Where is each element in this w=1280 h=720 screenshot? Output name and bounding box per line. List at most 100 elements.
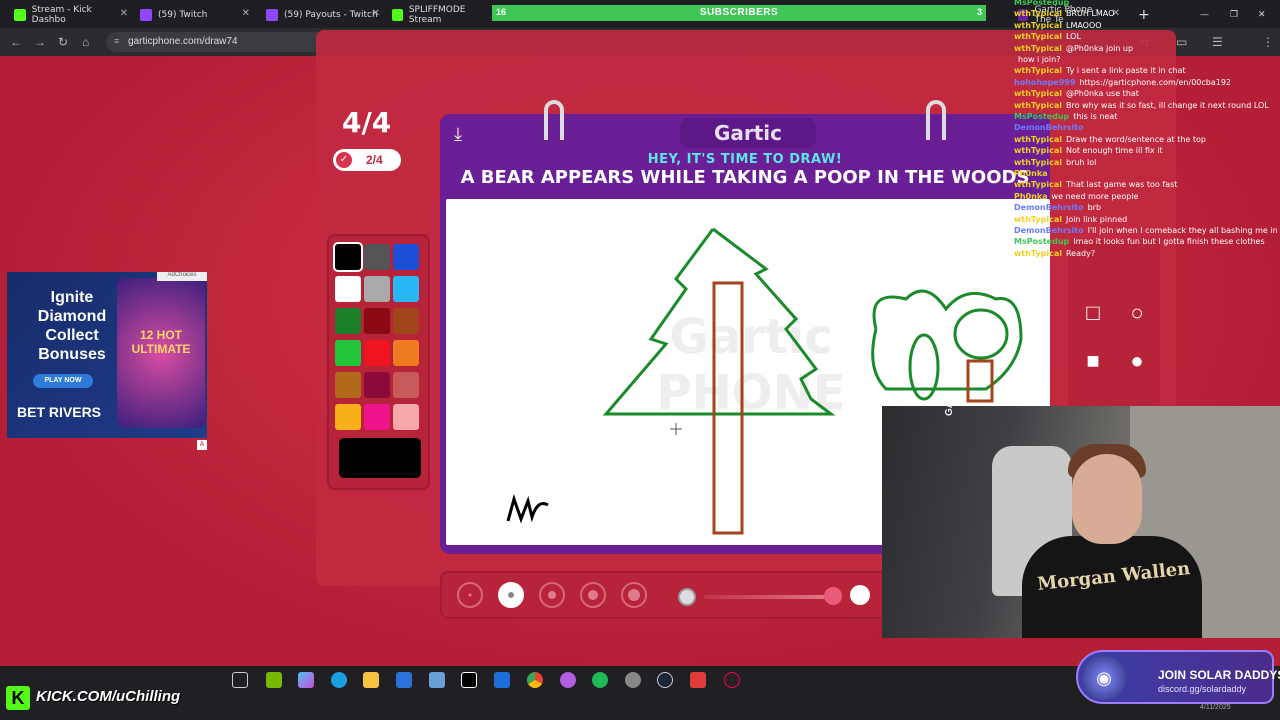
opacity-slider-track[interactable]: [704, 595, 834, 599]
color-swatch[interactable]: [335, 404, 361, 430]
color-swatch[interactable]: [335, 372, 361, 398]
copilot-icon[interactable]: [298, 672, 314, 688]
casino-ad[interactable]: Ignite Diamond Collect Bonuses PLAY NOW …: [7, 272, 207, 438]
chat-username[interactable]: wthTypical: [1014, 21, 1062, 30]
nvidia-icon[interactable]: [266, 672, 282, 688]
chat-username[interactable]: DemonBehrsito: [1014, 203, 1084, 212]
store-icon[interactable]: [396, 672, 412, 688]
reload-icon[interactable]: ↻: [58, 35, 68, 49]
color-swatch[interactable]: [393, 244, 419, 270]
close-tab-icon[interactable]: ✕: [242, 8, 250, 19]
chat-username[interactable]: hohohope999: [1014, 78, 1075, 87]
chat-username[interactable]: MsPostedup: [1014, 0, 1069, 7]
spotify-icon[interactable]: [592, 672, 608, 688]
discord-link: discord.gg/solardaddy: [1158, 684, 1247, 694]
home-icon[interactable]: ⌂: [82, 35, 89, 49]
kick-channel-url: KICK.COM/uChilling: [36, 688, 181, 705]
chat-username[interactable]: MsPostedup: [1014, 112, 1069, 121]
twitch-favicon-icon: [266, 9, 278, 21]
color-swatch[interactable]: [333, 242, 363, 272]
ad-choices-icon[interactable]: AdChoices: [157, 272, 207, 281]
back-icon[interactable]: ←: [10, 35, 22, 49]
forward-icon[interactable]: →: [34, 35, 46, 49]
kick-favicon-icon: [392, 9, 403, 21]
chat-text: @Ph0nka join up: [1065, 43, 1134, 53]
outlook-icon[interactable]: [494, 672, 510, 688]
tiktok-icon[interactable]: [461, 672, 477, 688]
chat-username[interactable]: MsPostedup: [1014, 237, 1069, 246]
site-info-icon[interactable]: ≡: [114, 36, 119, 46]
color-swatch[interactable]: [393, 372, 419, 398]
chrome-icon[interactable]: [527, 672, 543, 688]
chat-message: wthTypical Ty i sent a link paste it in c…: [1014, 66, 1186, 75]
close-tab-icon[interactable]: ✕: [372, 8, 380, 19]
tab-twitch[interactable]: (59) Twitch ✕: [140, 4, 250, 26]
app-icon[interactable]: [429, 672, 445, 688]
square-outline-icon[interactable]: □: [1076, 296, 1110, 330]
chat-username[interactable]: wthTypical: [1014, 32, 1062, 41]
tab-spliffmode[interactable]: SPLIFFMODE Stream: [392, 4, 492, 26]
steam-icon[interactable]: [657, 672, 673, 688]
chat-username[interactable]: DemonBehrsito: [1014, 123, 1084, 132]
chat-username[interactable]: wthTypical: [1014, 215, 1062, 224]
circle-outline-icon[interactable]: ○: [1120, 296, 1154, 330]
edge-icon[interactable]: [331, 672, 347, 688]
brush-size-2[interactable]: [498, 582, 524, 608]
color-swatch[interactable]: [393, 404, 419, 430]
messenger-icon[interactable]: [560, 672, 576, 688]
chat-username[interactable]: wthTypical: [1014, 66, 1062, 75]
chat-username[interactable]: wthTypical: [1014, 158, 1062, 167]
chat-text: I'll join when I comeback they all bashi…: [1087, 226, 1280, 235]
bush-leaf-stroke: [953, 308, 1009, 360]
chat-message: DemonBehrsito brb: [1014, 203, 1101, 212]
color-swatch[interactable]: [335, 308, 361, 334]
tab-twitch-payouts[interactable]: (59) Payouts - Twitch ✕: [266, 4, 380, 26]
close-tab-icon[interactable]: ✕: [120, 8, 128, 19]
chat-text: bruh lol: [1065, 157, 1097, 167]
color-swatch[interactable]: [364, 372, 390, 398]
chat-username[interactable]: wthTypical: [1014, 101, 1062, 110]
settings-gear-icon[interactable]: [625, 672, 641, 688]
color-swatch[interactable]: [364, 244, 390, 270]
ad-marker-icon[interactable]: A: [197, 440, 207, 450]
webcam-banner-text: GAMING IS THE ONLY OPTION: [944, 406, 955, 416]
brush-size-1[interactable]: [457, 582, 483, 608]
task-view-icon[interactable]: [232, 672, 248, 688]
subscriber-label: SUBSCRIBERS: [699, 7, 779, 18]
ad-slot-game-image: 12 HOT ULTIMATE: [117, 278, 205, 428]
brush-size-4[interactable]: [580, 582, 606, 608]
color-swatch[interactable]: [393, 276, 419, 302]
opacity-slider-knob[interactable]: [678, 588, 696, 606]
chat-username[interactable]: wthTypical: [1014, 9, 1062, 18]
chat-username[interactable]: wthTypical: [1014, 44, 1062, 53]
brush-size-3[interactable]: [539, 582, 565, 608]
chat-username[interactable]: wthTypical: [1014, 89, 1062, 98]
chat-username[interactable]: wthTypical: [1014, 249, 1062, 258]
discord-invite-badge[interactable]: ◉ JOIN SOLAR DADDYS discord.gg/solardadd…: [1076, 650, 1280, 704]
streaming-app-icon[interactable]: [690, 672, 706, 688]
color-swatch[interactable]: [335, 340, 361, 366]
download-icon[interactable]: ⤓: [454, 124, 476, 146]
color-swatch[interactable]: [393, 340, 419, 366]
chat-username[interactable]: DemonBehrsito: [1014, 226, 1084, 235]
chat-message: wthTypical LMAOOO: [1014, 21, 1102, 30]
chat-username[interactable]: Ph0nka: [1014, 169, 1048, 178]
color-swatch[interactable]: [364, 340, 390, 366]
crosshair-cursor-icon: [670, 423, 682, 435]
color-swatch[interactable]: [364, 276, 390, 302]
obs-icon[interactable]: [724, 672, 740, 688]
chat-username[interactable]: wthTypical: [1014, 146, 1062, 155]
color-swatch[interactable]: [364, 308, 390, 334]
color-swatch[interactable]: [393, 308, 419, 334]
brush-size-5[interactable]: [621, 582, 647, 608]
chat-username[interactable]: Ph0nka: [1014, 192, 1048, 201]
ad-play-now-button[interactable]: PLAY NOW: [33, 374, 93, 388]
color-swatch[interactable]: [364, 404, 390, 430]
chat-username[interactable]: wthTypical: [1014, 180, 1062, 189]
tab-kick-dashboard[interactable]: Stream - Kick Dashbo ✕: [14, 4, 128, 26]
file-explorer-icon[interactable]: [363, 672, 379, 688]
chat-username[interactable]: wthTypical: [1014, 135, 1062, 144]
square-fill-icon[interactable]: ■: [1076, 344, 1110, 378]
color-swatch[interactable]: [335, 276, 361, 302]
circle-fill-icon[interactable]: ●: [1120, 344, 1154, 378]
